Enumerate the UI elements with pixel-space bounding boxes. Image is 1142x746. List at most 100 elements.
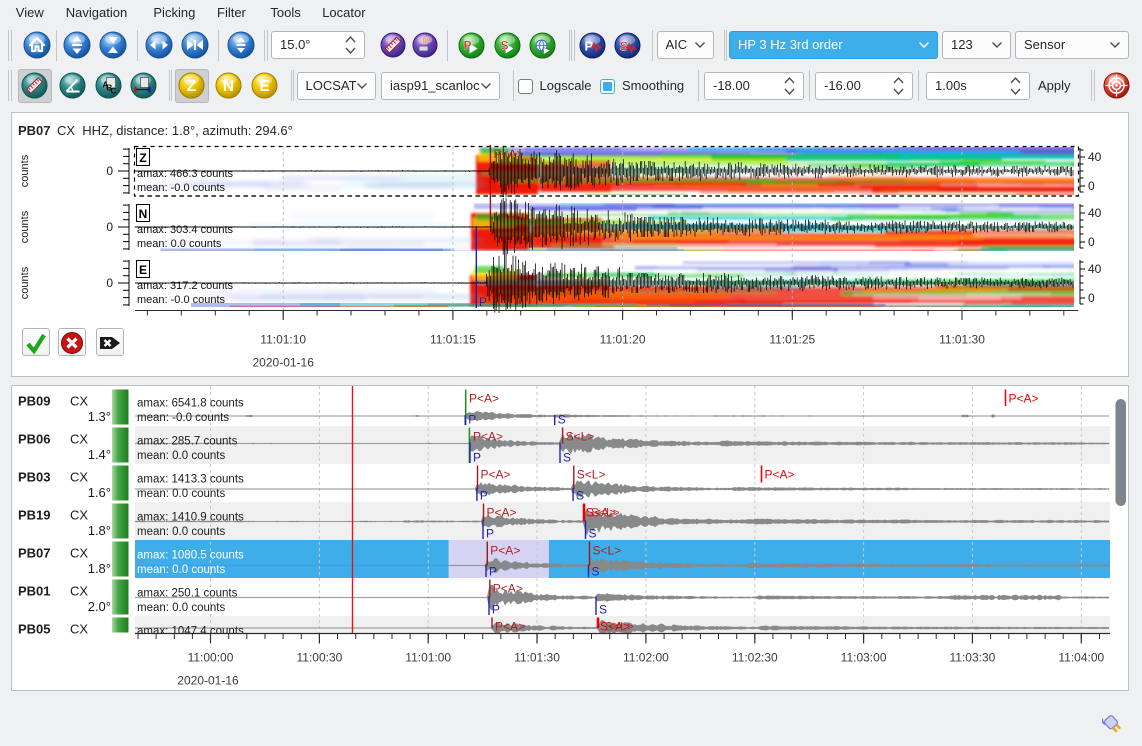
svg-text:mean: 0.0 counts: mean: 0.0 counts [137,488,225,500]
svg-text:11:00:30: 11:00:30 [296,651,342,665]
svg-text:CX: CX [70,432,88,447]
svg-text:S: S [592,565,600,579]
svg-text:CX: CX [70,470,88,485]
svg-text:PB09: PB09 [18,394,51,409]
svg-text:amax: 317.2 counts: amax: 317.2 counts [137,280,234,292]
svg-text:S<L>: S<L> [577,468,606,482]
svg-text:CX: CX [70,394,88,409]
svg-text:CX HHZ, distance: 1.8°, azimu: CX HHZ, distance: 1.8°, azimuth: 294.6° [57,123,293,138]
svg-text:S<L>: S<L> [605,620,634,634]
svg-text:mean: 0.0 counts: mean: 0.0 counts [137,238,222,250]
svg-text:11:04:00: 11:04:00 [1058,651,1104,665]
svg-text:mean: 0.0 counts: mean: 0.0 counts [137,450,225,462]
svg-text:Z: Z [187,78,197,95]
svg-text:11:01:25: 11:01:25 [769,333,815,347]
svg-text:P: P [468,413,476,427]
svg-text:0: 0 [106,164,113,178]
svg-text:E: E [259,78,269,95]
svg-text:mean: -0.0 counts: mean: -0.0 counts [137,412,229,424]
svg-text:P: P [489,565,497,579]
svg-text:11:01:20: 11:01:20 [600,333,646,347]
svg-text:S<L>: S<L> [593,544,622,558]
svg-text:mean: -0.0 counts: mean: -0.0 counts [137,182,226,194]
svg-text:1.8°: 1.8° [88,523,111,538]
svg-text:S<L>: S<L> [591,506,620,520]
svg-text:amax: 303.4 counts: amax: 303.4 counts [137,224,234,236]
svg-text:P<A>: P<A> [1009,392,1039,406]
svg-text:11:00:00: 11:00:00 [188,651,234,665]
svg-text:N: N [139,207,148,221]
svg-text:S: S [589,527,597,541]
svg-text:0: 0 [1088,179,1095,193]
svg-text:S: S [576,489,584,503]
svg-text:mean: -0.0 counts: mean: -0.0 counts [137,294,226,306]
svg-text:0: 0 [1088,291,1095,305]
svg-text:11:01:00: 11:01:00 [405,651,451,665]
svg-text:mean: 0.0 counts: mean: 0.0 counts [137,602,225,614]
svg-text:P<A>: P<A> [473,430,503,444]
svg-text:IP: IP [422,36,431,46]
svg-text:P<A>: P<A> [493,582,523,596]
svg-text:11:01:10: 11:01:10 [260,333,306,347]
svg-text:PB07: PB07 [18,123,51,138]
svg-text:1.6°: 1.6° [88,485,111,500]
svg-text:1.8°: 1.8° [88,561,111,576]
svg-text:P<A>: P<A> [469,392,499,406]
svg-text:amax: 1047.4 counts: amax: 1047.4 counts [137,626,244,638]
svg-text:0: 0 [1088,235,1095,249]
svg-text:1.4°: 1.4° [88,447,111,462]
svg-text:amax: 466.3 counts: amax: 466.3 counts [137,168,234,180]
svg-text:P<A>: P<A> [495,620,525,634]
svg-text:S<L>: S<L> [566,430,595,444]
svg-text:P: P [486,527,494,541]
svg-text:amax: 285.7 counts: amax: 285.7 counts [137,436,238,448]
svg-text:C: C [110,87,116,96]
svg-text:mean: 0.0 counts: mean: 0.0 counts [137,564,225,576]
svg-text:11:02:00: 11:02:00 [623,651,669,665]
svg-text:amax: 1410.9 counts: amax: 1410.9 counts [137,512,244,524]
svg-text:PB07: PB07 [18,546,51,561]
svg-text:amax: 1413.3 counts: amax: 1413.3 counts [137,474,244,486]
svg-text:counts: counts [19,266,31,299]
svg-text:2.0°: 2.0° [88,599,111,614]
svg-text:40: 40 [1088,206,1102,220]
svg-text:S: S [619,38,628,53]
svg-text:amax: 250.1 counts: amax: 250.1 counts [137,588,238,600]
svg-text:S: S [558,413,566,427]
svg-text:PB06: PB06 [18,432,51,447]
svg-text:CX: CX [70,584,88,599]
svg-text:P: P [479,295,487,309]
svg-text:11:01:30: 11:01:30 [514,651,560,665]
svg-text:mean: 0.0 counts: mean: 0.0 counts [137,526,225,538]
svg-text:P: P [492,603,500,617]
svg-text:CX: CX [70,508,88,523]
svg-text:P: P [464,38,472,52]
svg-text:40: 40 [1088,150,1102,164]
svg-text:CX: CX [70,546,88,561]
svg-text:0: 0 [106,276,113,290]
svg-text:11:03:00: 11:03:00 [841,651,887,665]
svg-text:PB05: PB05 [18,622,51,637]
svg-text:amax: 1080.5 counts: amax: 1080.5 counts [137,550,244,562]
svg-text:E: E [139,263,147,277]
svg-text:S: S [500,38,508,52]
svg-text:40: 40 [1088,262,1102,276]
svg-text:2020-01-16: 2020-01-16 [177,674,239,688]
svg-text:S: S [563,451,571,465]
svg-text:P: P [473,451,481,465]
svg-text:P<A>: P<A> [487,506,517,520]
svg-text:amax: 6541.8 counts: amax: 6541.8 counts [137,398,244,410]
svg-text:0: 0 [106,220,113,234]
svg-text:2020-01-16: 2020-01-16 [253,356,315,370]
svg-text:PB19: PB19 [18,508,51,523]
svg-text:P: P [480,489,488,503]
svg-text:S: S [599,603,607,617]
svg-text:11:01:30: 11:01:30 [939,333,985,347]
svg-text:P<A>: P<A> [490,544,520,558]
svg-text:11:01:15: 11:01:15 [430,333,476,347]
svg-text:PB03: PB03 [18,470,51,485]
svg-text:PB01: PB01 [18,584,51,599]
svg-text:CX: CX [70,622,88,637]
svg-text:11:03:30: 11:03:30 [949,651,995,665]
svg-text:Z: Z [139,151,146,165]
